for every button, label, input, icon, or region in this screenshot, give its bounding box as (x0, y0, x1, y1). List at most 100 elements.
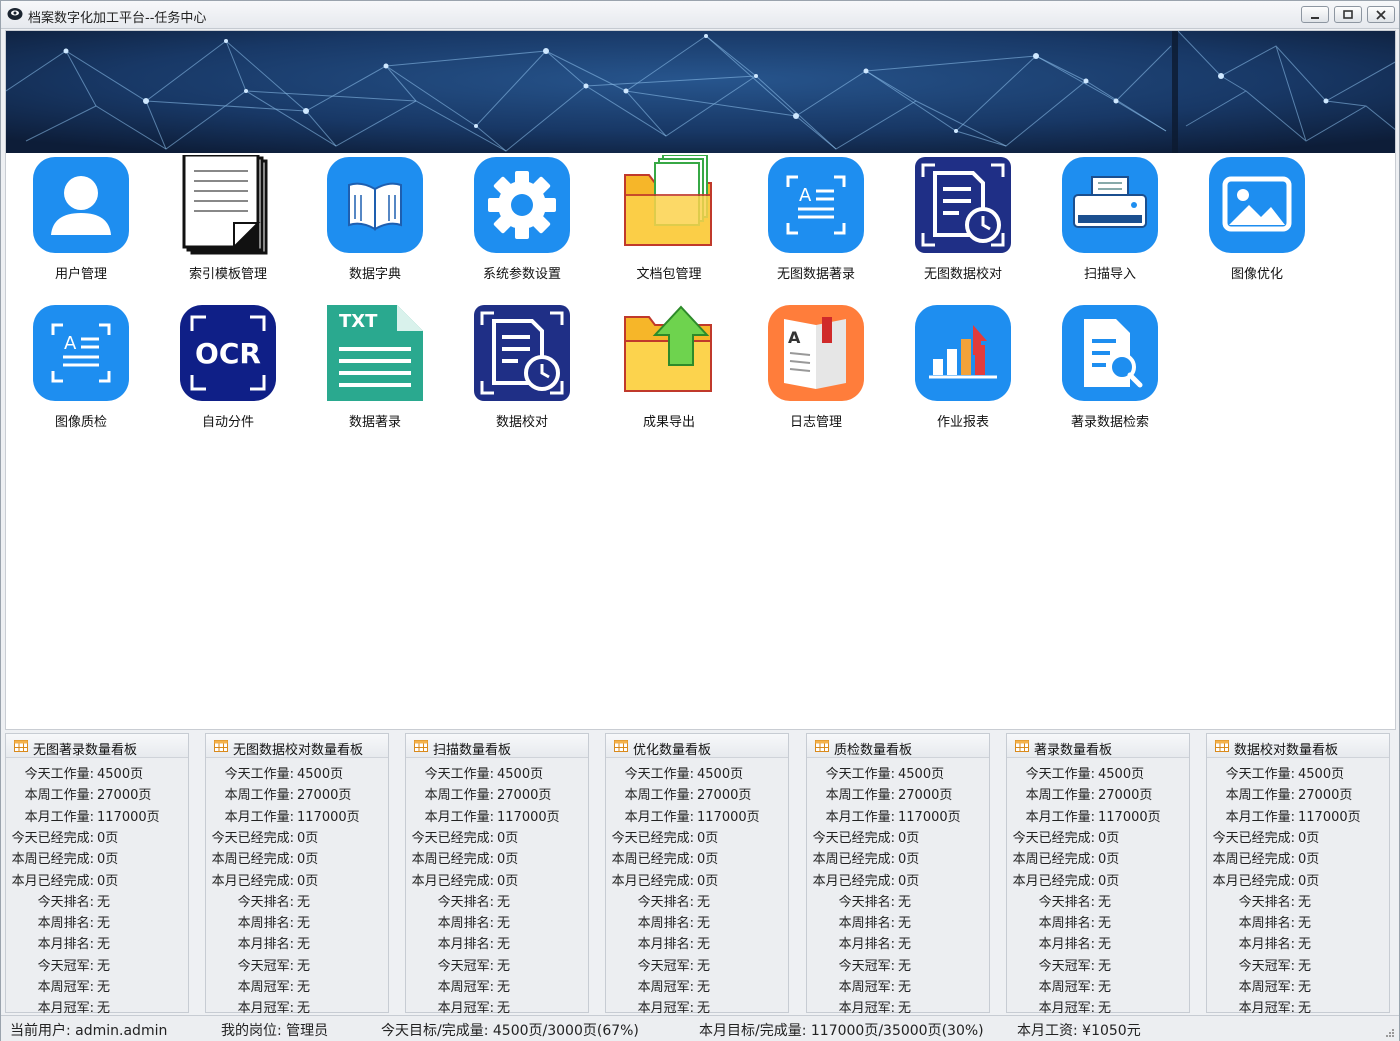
board-row-value: 无 (1298, 916, 1312, 932)
svg-text:A: A (788, 328, 801, 347)
board-row-label: 今天排名: (437, 894, 494, 910)
board-row-label: 本周冠军: (37, 980, 94, 995)
board-title: 无图数据校对数量看板 (233, 743, 364, 758)
module-auto-split[interactable]: OCR 自动分件 (173, 303, 283, 443)
board-row-label: 今天工作量: (224, 767, 294, 782)
text-scan-icon: A (768, 157, 864, 253)
module-user-management[interactable]: 用户管理 (26, 155, 136, 295)
module-index-template[interactable]: 索引模板管理 (173, 155, 283, 295)
module-no-image-proof[interactable]: 无图数据校对 (908, 155, 1018, 295)
module-no-image-entry[interactable]: A 无图数据著录 (761, 155, 871, 295)
board-row-value: 无 (898, 958, 912, 974)
user-icon (33, 157, 129, 253)
board-row-value: 无 (697, 958, 711, 974)
board-row: 本月冠军: 无 (1007, 995, 1189, 1016)
document-search-icon (1062, 305, 1158, 401)
module-work-report[interactable]: 作业报表 (908, 303, 1018, 443)
board-row-label: 本周排名: (237, 916, 294, 932)
board-row-label: 本月排名: (237, 937, 294, 953)
board-row: 本月冠军: 无 (807, 995, 989, 1016)
resize-grip-icon[interactable] (1385, 1028, 1395, 1038)
board-row-label: 本月冠军: (437, 1001, 494, 1017)
board-row: 本周冠军: 无 (206, 974, 388, 995)
board-row: 本周已经完成: 0页 (606, 846, 788, 867)
board-row-value: 无 (898, 980, 912, 995)
document-clock-icon (474, 305, 570, 401)
folder-documents-icon (624, 155, 712, 246)
board-row-value: 27000页 (898, 788, 953, 804)
close-button[interactable] (1367, 6, 1395, 23)
module-log-management[interactable]: A 日志管理 (761, 303, 871, 443)
board-row-value: 27000页 (1098, 788, 1153, 804)
board-row-value: 4500页 (97, 767, 144, 782)
minimize-button[interactable] (1301, 6, 1329, 23)
module-data-dictionary[interactable]: 数据字典 (320, 155, 430, 295)
board-row-label: 本月工作量: (24, 809, 94, 825)
board-row-value: 无 (297, 1001, 311, 1017)
board-row: 今天冠军: 无 (406, 953, 588, 974)
board-row: 今天排名: 无 (206, 889, 388, 910)
board-row-value: 无 (898, 916, 912, 932)
board-row-label: 本月已经完成: (812, 873, 895, 889)
board-row-value: 27000页 (1298, 788, 1353, 804)
board-row: 本周工作量: 27000页 (807, 782, 989, 803)
board-row-value: 27000页 (497, 788, 552, 804)
window-title: 档案数字化加工平台--任务中心 (28, 11, 207, 26)
module-image-optimize[interactable]: 图像优化 (1202, 155, 1312, 295)
count-board: 无图著录数量看板 今天工作量: 4500页 本周工作量: 27000页 本月工作量: 117… (5, 733, 189, 1016)
board-row-label: 今天工作量: (24, 767, 94, 782)
board-row-value: 27000页 (697, 788, 752, 804)
board-row: 本月已经完成: 0页 (1007, 868, 1189, 889)
board-row: 本周工作量: 27000页 (1007, 782, 1189, 803)
board-row: 本周工作量: 27000页 (1207, 782, 1389, 803)
module-result-export[interactable]: 成果导出 (614, 303, 724, 443)
board-row: 本周已经完成: 0页 (6, 846, 188, 867)
board-row: 本月排名: 无 (606, 931, 788, 952)
board-row: 本周已经完成: 0页 (1007, 846, 1189, 867)
board-row-value: 0页 (697, 852, 719, 868)
module-data-proof[interactable]: 数据校对 (467, 303, 577, 443)
board-row-value: 无 (97, 916, 111, 932)
board-row: 本周已经完成: 0页 (206, 846, 388, 867)
count-board: 扫描数量看板 今天工作量: 4500页 本周工作量: 27000页 本月工作量: 11700… (405, 733, 589, 1017)
board-row: 今天排名: 无 (1007, 889, 1189, 910)
module-image-qc[interactable]: A 图像质检 (26, 303, 136, 443)
board-row: 本周工作量: 27000页 (206, 782, 388, 803)
board-row-label: 今天冠军: (838, 958, 895, 974)
board-row-value: 无 (497, 916, 511, 932)
maximize-button[interactable] (1334, 6, 1362, 23)
board-row-label: 本月冠军: (838, 1001, 895, 1017)
board-title: 无图著录数量看板 (33, 743, 138, 758)
table-icon (815, 740, 829, 752)
board-header: 无图著录数量看板 (6, 734, 188, 758)
board-row: 今天工作量: 4500页 (1207, 761, 1389, 782)
module-scan-import[interactable]: 扫描导入 (1055, 155, 1165, 295)
board-row-label: 本周排名: (37, 916, 94, 932)
board-row: 本周冠军: 无 (6, 974, 188, 995)
board-row-value: 0页 (97, 852, 119, 868)
board-row-value: 无 (1098, 916, 1112, 932)
board-row: 今天工作量: 4500页 (807, 761, 989, 782)
board-row-label: 今天工作量: (424, 767, 494, 782)
board-row: 今天已经完成: 0页 (606, 825, 788, 846)
module-entry-search[interactable]: 著录数据检索 (1055, 303, 1165, 443)
board-row-label: 本周工作量: (1025, 788, 1095, 804)
board-row: 本周排名: 无 (6, 910, 188, 931)
board-row-value: 0页 (297, 852, 319, 868)
board-row-value: 无 (497, 937, 511, 953)
board-row-label: 本周已经完成: (411, 852, 494, 868)
board-row-value: 0页 (297, 830, 319, 846)
board-row-label: 今天已经完成: (211, 830, 294, 846)
board-row-label: 本周排名: (1238, 916, 1295, 932)
board-row-label: 本月已经完成: (611, 873, 694, 889)
module-doc-package[interactable]: 文档包管理 (614, 155, 724, 295)
table-icon (1215, 740, 1229, 752)
module-data-entry[interactable]: TXT 数据著录 (320, 303, 430, 443)
module-system-settings[interactable]: 系统参数设置 (467, 155, 577, 295)
board-row: 今天工作量: 4500页 (606, 761, 788, 782)
board-row-label: 今天冠军: (237, 958, 294, 974)
board-row: 本月冠军: 无 (1207, 995, 1389, 1016)
board-row: 今天冠军: 无 (6, 953, 188, 974)
board-row-label: 本周排名: (437, 916, 494, 932)
ocr-icon: OCR (180, 305, 276, 401)
